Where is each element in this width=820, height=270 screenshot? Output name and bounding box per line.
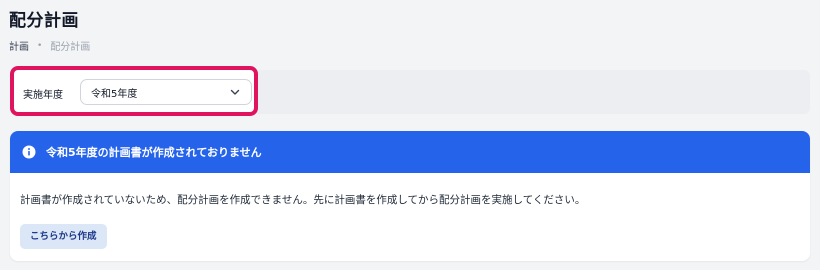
breadcrumb: 計画 • 配分計画	[9, 38, 91, 54]
breadcrumb-item-current: 配分計画	[50, 42, 91, 53]
page: 配分計画 計画 • 配分計画 実施年度 令和5年度 令和5年度の計画書が作成され…	[0, 0, 820, 270]
alert-body: 計画書が作成されていないため、配分計画を作成できません。先に計画書を作成してから…	[10, 173, 810, 249]
year-label: 実施年度	[23, 90, 63, 101]
info-icon	[22, 145, 36, 159]
breadcrumb-separator: •	[37, 40, 43, 51]
create-plan-button[interactable]: こちらから作成	[20, 224, 107, 249]
alert-header: 令和5年度の計画書が作成されておりません	[10, 131, 810, 173]
breadcrumb-item-plan[interactable]: 計画	[9, 38, 29, 53]
alert-card: 令和5年度の計画書が作成されておりません 計画書が作成されていないため、配分計画…	[10, 131, 810, 261]
chevron-down-icon	[229, 86, 241, 98]
alert-message: 計画書が作成されていないため、配分計画を作成できません。先に計画書を作成してから…	[20, 194, 586, 206]
year-select[interactable]: 令和5年度	[80, 79, 252, 105]
page-title: 配分計画	[9, 11, 79, 31]
year-select-value: 令和5年度	[91, 88, 138, 100]
alert-title: 令和5年度の計画書が作成されておりません	[46, 146, 262, 159]
